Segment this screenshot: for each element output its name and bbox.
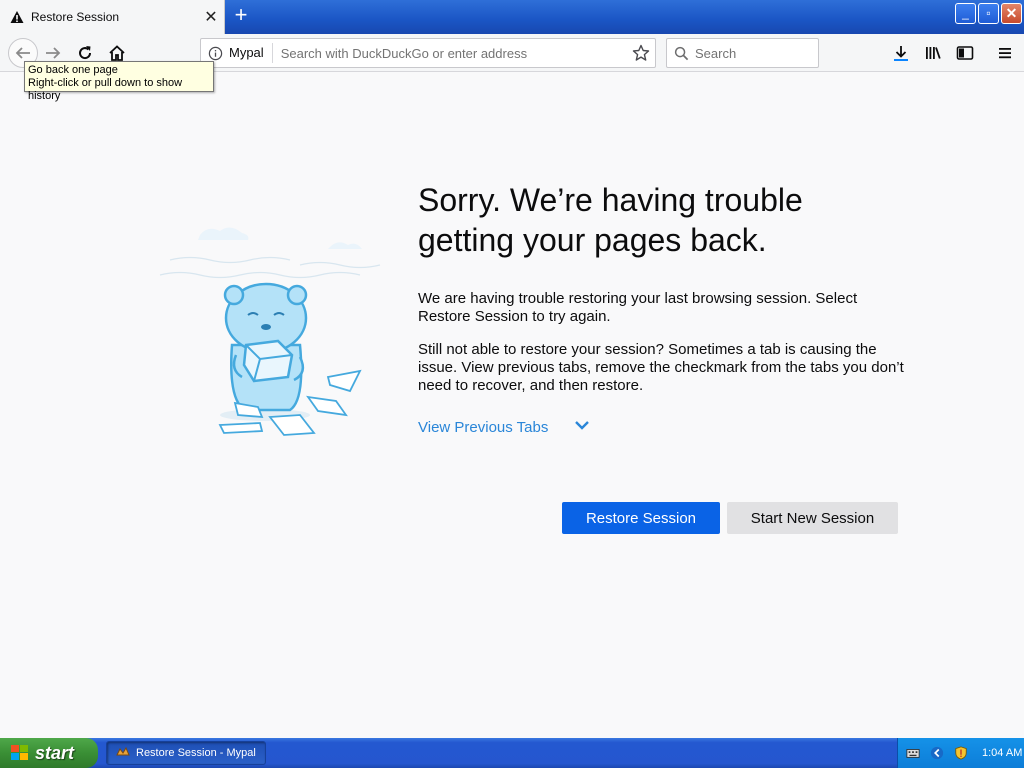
taskbar-item-label: Restore Session - Mypal [136, 747, 256, 759]
address-bar[interactable]: Mypal [200, 38, 656, 68]
site-identity-label[interactable]: Mypal [229, 43, 273, 63]
sidebar-icon [956, 46, 974, 60]
view-previous-tabs-label: View Previous Tabs [418, 418, 549, 436]
taskbar-item-mypal[interactable]: Restore Session - Mypal [106, 741, 266, 765]
tab-strip: Restore Session ✕ + _ ▫ ✕ [0, 0, 1024, 34]
tab-title: Restore Session [31, 10, 120, 24]
home-icon [109, 45, 125, 61]
keyboard-icon[interactable] [904, 744, 922, 762]
start-button[interactable]: start [0, 738, 98, 768]
chevron-left-icon[interactable] [928, 744, 946, 762]
new-tab-button[interactable]: + [229, 4, 253, 28]
description-paragraph-1: We are having trouble restoring your las… [418, 290, 858, 325]
address-input[interactable] [272, 45, 627, 61]
minimize-button[interactable]: _ [955, 3, 976, 24]
search-bar[interactable] [666, 38, 819, 68]
bookmark-star-icon[interactable] [627, 44, 655, 62]
tab-close-icon[interactable]: ✕ [198, 7, 224, 27]
taskbar: start Restore Session - Mypal 1:04 AM [0, 738, 1024, 768]
page-title: Sorry. We’re having trouble getting your… [418, 182, 803, 258]
warning-icon [10, 10, 24, 24]
download-icon [894, 46, 908, 61]
menu-button[interactable] [994, 42, 1016, 64]
search-icon [667, 46, 695, 61]
reload-icon [79, 46, 92, 60]
description-paragraph-2: Still not able to restore your session? … [418, 341, 904, 394]
close-window-button[interactable]: ✕ [1001, 3, 1022, 24]
tooltip-line-1: Go back one page [28, 64, 118, 76]
back-button-tooltip: Go back one page Right-click or pull dow… [24, 61, 214, 102]
sad-bear-illustration [150, 205, 390, 440]
maximize-button[interactable]: ▫ [978, 3, 999, 24]
chevron-down-icon [574, 417, 590, 437]
tooltip-line-2: Right-click or pull down to show history [28, 77, 183, 102]
view-previous-tabs-link[interactable]: View Previous Tabs [418, 417, 590, 437]
back-arrow-icon [15, 47, 30, 59]
sidebar-button[interactable] [954, 42, 976, 64]
restore-session-button[interactable]: Restore Session [562, 502, 720, 534]
search-input[interactable] [695, 45, 810, 61]
tab-restore-session[interactable]: Restore Session ✕ [0, 0, 225, 34]
start-label: start [35, 742, 75, 763]
clock: 1:04 AM [982, 747, 1023, 759]
library-button[interactable] [922, 42, 944, 64]
downloads-button[interactable] [890, 42, 912, 64]
library-icon [926, 47, 941, 59]
mypal-app-icon [115, 745, 131, 761]
system-tray: 1:04 AM [897, 738, 1024, 768]
forward-arrow-icon [46, 47, 61, 59]
start-new-session-button[interactable]: Start New Session [727, 502, 898, 534]
hamburger-menu-icon [999, 48, 1011, 59]
windows-logo-icon [10, 744, 30, 762]
security-shield-icon[interactable] [952, 744, 970, 762]
info-icon[interactable] [201, 46, 229, 61]
